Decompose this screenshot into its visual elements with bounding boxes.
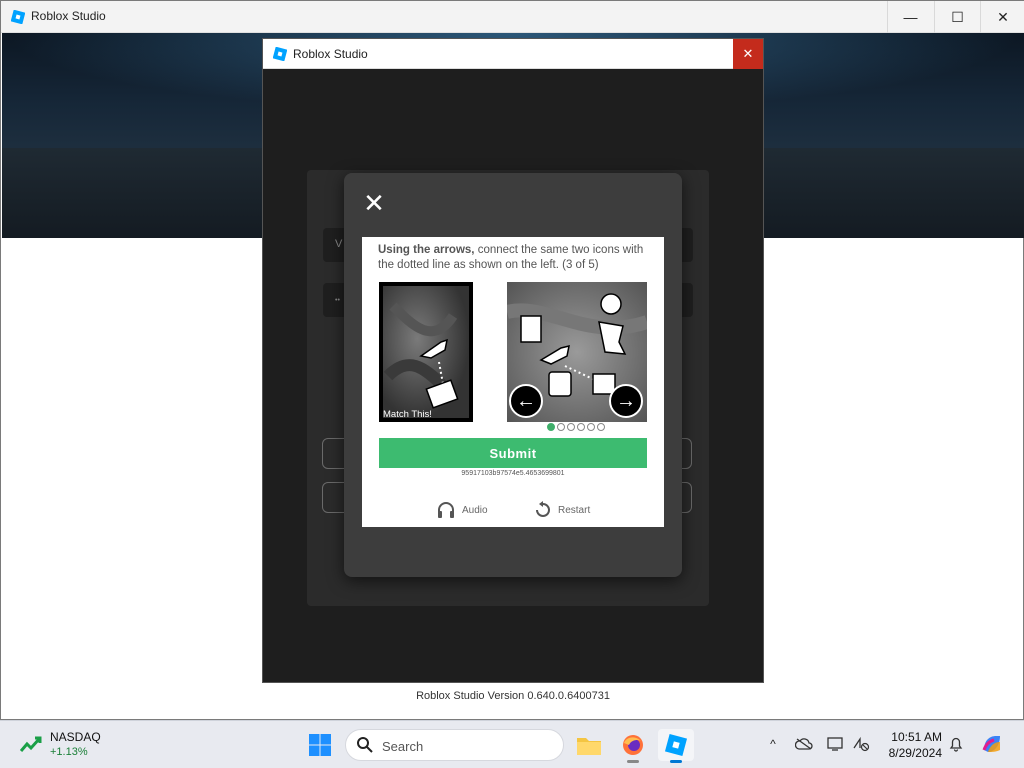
progress-dot [567, 423, 575, 431]
roblox-studio-icon [273, 47, 287, 61]
firefox-button[interactable] [615, 729, 651, 763]
restart-label: Restart [558, 504, 591, 516]
progress-dot [577, 423, 585, 431]
progress-dot [547, 423, 555, 431]
progress-dot [557, 423, 565, 431]
taskbar-search-box[interactable]: Search [345, 729, 564, 761]
roblox-studio-taskbar-button[interactable] [658, 729, 694, 763]
progress-dots [547, 423, 605, 431]
search-placeholder: Search [382, 739, 424, 754]
main-window-title: Roblox Studio [31, 9, 106, 23]
roblox-studio-icon [664, 733, 688, 757]
captcha-instructions: Using the arrows, connect the same two i… [378, 243, 648, 273]
close-window-button[interactable]: ✕ [980, 1, 1024, 33]
display-icon[interactable] [827, 735, 845, 753]
progress-dot [587, 423, 595, 431]
copilot-icon[interactable] [980, 732, 1004, 756]
captcha-close-button[interactable]: ✕ [363, 190, 385, 216]
file-explorer-button[interactable] [571, 729, 607, 761]
instruction-bold: Using the arrows, [378, 244, 475, 256]
submit-button[interactable]: Submit [379, 438, 647, 468]
stock-name[interactable]: NASDAQ [50, 730, 101, 744]
version-label: Roblox Studio Version 0.640.0.6400731 [416, 690, 610, 702]
session-id-text: 95917103b97574e5.4653699801 [461, 470, 565, 477]
windows-start-icon[interactable] [308, 733, 332, 757]
minimize-button[interactable]: — [887, 1, 933, 33]
onedrive-icon[interactable] [795, 735, 813, 753]
network-icon[interactable] [852, 735, 870, 753]
file-explorer-icon [577, 738, 601, 755]
match-this-label: Match This! [383, 409, 432, 420]
audio-label: Audio [462, 504, 488, 516]
stock-chart-icon [20, 736, 42, 752]
headphones-icon [438, 502, 454, 518]
bell-icon[interactable] [947, 735, 965, 753]
captcha-panel: Using the arrows, connect the same two i… [362, 237, 664, 527]
restart-button[interactable]: Restart [534, 501, 590, 519]
maximize-button[interactable]: ☐ [934, 1, 980, 33]
username-placeholder: V [335, 238, 343, 250]
dialog-title: Roblox Studio [293, 47, 368, 61]
password-placeholder: •• [335, 297, 340, 304]
clock-time[interactable]: 10:51 AM [884, 730, 942, 744]
chevron-up-icon[interactable]: ^ [764, 735, 782, 753]
main-title-bar: Roblox Studio — ☐ ✕ [1, 1, 1024, 33]
firefox-icon [623, 735, 643, 755]
puzzle-image: ← → [507, 282, 647, 422]
audio-button[interactable]: Audio [436, 501, 488, 519]
match-example-graphic [383, 286, 469, 418]
restart-icon [536, 501, 550, 517]
search-icon [357, 737, 373, 753]
taskbar: NASDAQ +1.13% Search ^ 10:51 AM 8/29/202… [0, 720, 1024, 768]
prev-arrow-button[interactable]: ← [509, 384, 543, 418]
dialog-title-bar: Roblox Studio ✕ [263, 39, 763, 69]
clock-date[interactable]: 8/29/2024 [872, 746, 942, 760]
progress-dot [597, 423, 605, 431]
roblox-studio-icon [11, 10, 25, 24]
match-example-image: Match This! [379, 282, 473, 422]
next-arrow-button[interactable]: → [609, 384, 643, 418]
stock-change[interactable]: +1.13% [50, 746, 88, 758]
dialog-close-button[interactable]: ✕ [733, 39, 763, 69]
captcha-modal: ✕ Using the arrows, connect the same two… [344, 173, 682, 577]
